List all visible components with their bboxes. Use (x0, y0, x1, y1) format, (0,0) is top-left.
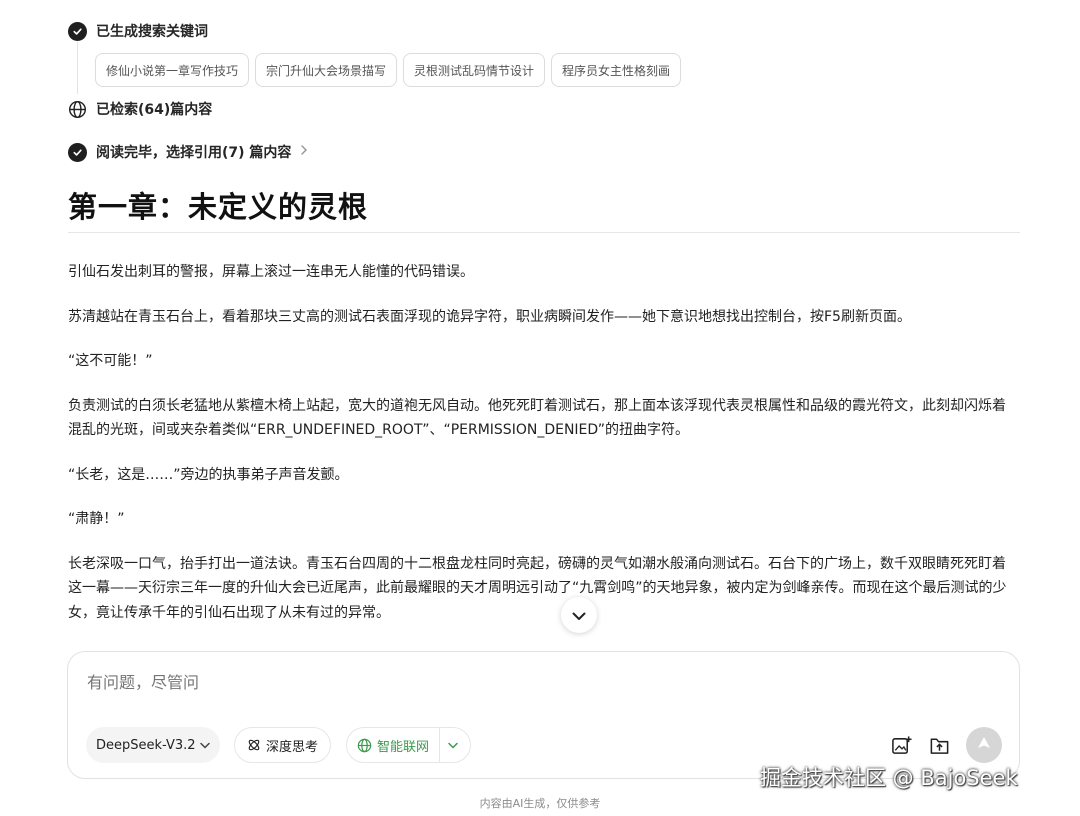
step-reading[interactable]: 阅读完毕，选择引用(7) 篇内容 (68, 141, 308, 163)
deep-think-toggle[interactable]: 深度思考 (234, 727, 332, 763)
globe-icon (357, 738, 372, 752)
paragraph: “这不可能！” (68, 353, 153, 369)
chat-composer: DeepSeek-V3.2 深度思考 智能联网 (67, 651, 1020, 779)
paragraph: “长老，这是……”旁边的执事弟子声音发颤。 (68, 466, 349, 483)
chevron-down-icon (572, 606, 586, 625)
atom-icon (248, 739, 260, 751)
model-selector[interactable]: DeepSeek-V3.2 (86, 727, 220, 763)
paragraph: 负责测试的白须长老猛地从紫檀木椅上站起，宽大的道袍无风自动。他死死盯着测试石，那… (68, 397, 1006, 439)
steps-timeline-line (77, 42, 78, 94)
chapter-body: 引仙石发出刺耳的警报，屏幕上滚过一连串无人能懂的代码错误。 苏清越站在青玉石台上… (68, 260, 1016, 645)
keyword-chip[interactable]: 程序员女主性格刻画 (551, 53, 682, 87)
send-button[interactable] (966, 727, 1002, 763)
web-search-toggle[interactable]: 智能联网 (346, 727, 472, 763)
title-divider (68, 232, 1020, 233)
scroll-to-bottom-button[interactable] (561, 597, 597, 633)
chapter-title: 第一章：未定义的灵根 (68, 190, 369, 224)
keyword-chips: 修仙小说第一章写作技巧 宗门升仙大会场景描写 灵根测试乱码情节设计 程序员女主性… (95, 53, 682, 87)
step-reading-label: 阅读完毕，选择引用(7) 篇内容 (96, 145, 292, 161)
paragraph: “肃静！” (68, 511, 125, 527)
paragraph: 引仙石发出刺耳的警报，屏幕上滚过一连串无人能懂的代码错误。 (68, 264, 474, 280)
keyword-chip[interactable]: 宗门升仙大会场景描写 (255, 53, 398, 87)
add-image-icon[interactable] (890, 734, 912, 756)
paragraph: 长老深吸一口气，抬手打出一道法诀。青玉石台四周的十二根盘龙柱同时亮起，磅礴的灵气… (68, 555, 1007, 621)
chat-input[interactable] (87, 673, 787, 692)
step-keywords-label: 已生成搜索关键词 (96, 24, 208, 40)
chevron-down-icon[interactable] (440, 739, 470, 752)
chevron-right-icon[interactable] (300, 144, 308, 160)
step-searched: 已检索(64)篇内容 (68, 98, 212, 120)
keyword-chip[interactable]: 修仙小说第一章写作技巧 (95, 53, 250, 87)
step-keywords: 已生成搜索关键词 (68, 20, 208, 42)
check-circle-icon (68, 21, 87, 41)
model-label: DeepSeek-V3.2 (96, 737, 196, 753)
paragraph: 苏清越站在青玉石台上，看着那块三丈高的测试石表面浮现的诡异字符，职业病瞬间发作—… (68, 308, 911, 325)
ai-disclaimer: 内容由AI生成，仅供参考 (479, 797, 601, 810)
arrow-up-icon (976, 735, 992, 755)
watermark: 掘金技术社区 @ BajoSeek (760, 766, 1018, 790)
web-search-label: 智能联网 (377, 739, 430, 755)
deep-think-label: 深度思考 (266, 739, 319, 755)
globe-icon (68, 100, 87, 119)
keyword-chip[interactable]: 灵根测试乱码情节设计 (403, 53, 546, 87)
check-circle-icon (68, 142, 87, 162)
step-searched-label: 已检索(64)篇内容 (96, 102, 213, 118)
upload-file-icon[interactable] (928, 734, 950, 756)
chevron-down-icon (199, 739, 210, 752)
